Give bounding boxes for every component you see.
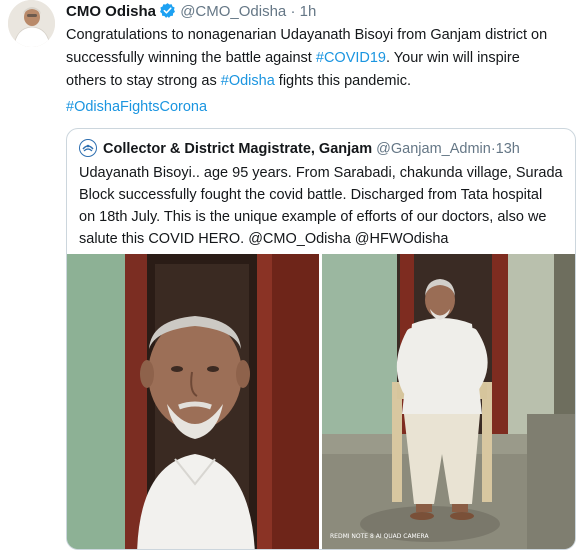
district-emblem-icon[interactable]: [79, 139, 97, 157]
quoted-tweet-text: Udayanath Bisoyi.. age 95 years. From Sa…: [79, 162, 565, 250]
tweet-text-line: others to stay strong as #Odisha fights …: [66, 70, 578, 93]
time-separator: ·: [290, 3, 296, 20]
tweet-timestamp[interactable]: 1h: [300, 3, 317, 20]
quoted-tweet-timestamp[interactable]: 13h: [496, 141, 520, 157]
author-name[interactable]: CMO Odisha: [66, 3, 156, 20]
hashtag-link[interactable]: #Odisha: [221, 73, 275, 89]
quoted-text-line: salute this COVID HERO. @CMO_Odisha @HFW…: [79, 231, 449, 247]
quoted-media: REDMI NOTE 8 AI QUAD CAMERA: [67, 254, 575, 549]
quoted-text-line: Block successfully fought the covid batt…: [79, 187, 543, 203]
hashtag-line: #OdishaFightsCorona: [66, 97, 207, 117]
tweet-text-line: Congratulations to nonagenarian Udayanat…: [66, 24, 578, 47]
photo-seated[interactable]: REDMI NOTE 8 AI QUAD CAMERA: [322, 254, 575, 549]
author-handle[interactable]: @CMO_Odisha: [180, 3, 286, 20]
photo-watermark: REDMI NOTE 8 AI QUAD CAMERA: [330, 533, 429, 540]
author-avatar[interactable]: [8, 0, 55, 47]
tweet-text: Congratulations to nonagenarian Udayanat…: [66, 24, 578, 93]
tweet-text-segment: fights this pandemic.: [274, 73, 411, 89]
quoted-author-name[interactable]: Collector & District Magistrate, Ganjam: [103, 141, 372, 157]
tweet-header: CMO Odisha @CMO_Odisha · 1h: [66, 2, 316, 25]
quoted-author-handle[interactable]: @Ganjam_Admin: [376, 141, 491, 157]
verified-badge-icon: [159, 2, 176, 25]
tweet-text-segment: Congratulations to nonagenarian Udayanat…: [66, 27, 548, 43]
quoted-text-line: on 18th July. This is the unique example…: [79, 209, 547, 225]
hashtag-link[interactable]: #OdishaFightsCorona: [66, 99, 207, 115]
hashtag-link[interactable]: #COVID19: [316, 50, 386, 66]
tweet-text-line: successfully winning the battle against …: [66, 47, 578, 70]
tweet-text-segment: others to stay strong as: [66, 73, 221, 89]
tweet-text-segment: successfully winning the battle against: [66, 50, 316, 66]
quoted-tweet-header: Collector & District Magistrate, Ganjam …: [79, 139, 520, 159]
tweet-text-segment: . Your win will inspire: [386, 50, 520, 66]
quoted-tweet[interactable]: Collector & District Magistrate, Ganjam …: [66, 128, 576, 550]
photo-portrait[interactable]: [67, 254, 319, 549]
quoted-text-line: Udayanath Bisoyi.. age 95 years. From Sa…: [79, 165, 563, 181]
